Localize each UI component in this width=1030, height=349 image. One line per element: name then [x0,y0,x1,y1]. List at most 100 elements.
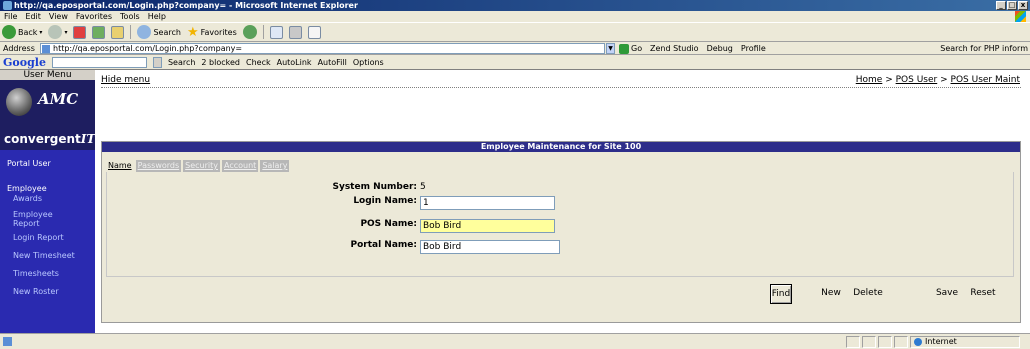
page-icon [42,45,50,53]
menu-file[interactable]: File [4,11,17,22]
options-button[interactable]: Options [353,55,384,70]
tab-bar: Name Passwords Security Account Salary [106,160,290,172]
menu-view[interactable]: View [49,11,68,22]
sidebar-item-employee[interactable]: Employee [7,184,47,193]
autofill-button[interactable]: AutoFill [318,55,347,70]
search-icon [137,25,152,39]
refresh-icon[interactable] [92,25,106,39]
breadcrumb: Home > POS User > POS User Maint [855,75,1020,85]
menu-tools[interactable]: Tools [120,11,140,22]
chevron-down-icon: ▾ [39,28,43,36]
menu-edit[interactable]: Edit [25,11,41,22]
save-button[interactable]: Save [935,284,959,304]
go-button[interactable]: Go [619,43,642,54]
status-cell [878,336,892,348]
hide-menu-link[interactable]: Hide menu [101,75,150,85]
sidebar-item-login-report[interactable]: Login Report [13,233,64,242]
breadcrumb-home[interactable]: Home [856,75,883,85]
logo-convergent: convergentIT [4,132,96,146]
forward-button[interactable]: ▾ [48,25,67,39]
delete-button[interactable]: Delete [851,284,885,304]
globe-icon [6,88,32,116]
new-button[interactable]: New [820,284,842,304]
go-arrow-icon [619,43,629,54]
sidebar-item-new-roster[interactable]: New Roster [13,287,59,296]
internet-zone-icon [914,338,922,346]
security-zone: Internet [910,336,1020,348]
forward-arrow-icon [48,25,63,39]
home-icon[interactable] [111,25,125,39]
star-icon: ★ [186,24,199,40]
logo-amc: AMC [38,90,79,108]
tab-passwords[interactable]: Passwords [135,160,182,172]
zend-toolbar: Zend Studio Debug Profile [650,42,766,55]
maximize-button[interactable]: □ [1007,1,1017,10]
check-button[interactable]: Check [246,55,271,70]
divider [101,87,1021,88]
reset-button[interactable]: Reset [968,284,998,304]
company-logo: AMC convergentIT [0,80,95,150]
window-titlebar: http://qa.eposportal.com/Login.php?compa… [0,0,1030,11]
minimize-button[interactable]: _ [996,1,1006,10]
breadcrumb-pos-user[interactable]: POS User [896,75,938,85]
zend-studio-button[interactable]: Zend Studio [650,42,699,55]
back-arrow-icon [2,25,16,39]
google-search-dropdown[interactable] [152,56,162,68]
browser-toolbar: Back ▾ ▾ Search ★ Favorites [0,22,1030,42]
breadcrumb-pos-user-maint[interactable]: POS User Maint [951,75,1020,85]
tab-name[interactable]: Name [106,160,134,172]
page-status-icon [3,337,12,346]
tab-account[interactable]: Account [222,160,259,172]
system-number-value: 5 [420,182,426,192]
sidebar: AMC convergentIT Portal User Employee Aw… [0,80,95,333]
tab-salary[interactable]: Salary [260,160,290,172]
favorites-button[interactable]: ★ Favorites [187,26,237,39]
search-php-link[interactable]: Search for PHP inform [940,42,1028,55]
popup-blocker[interactable]: 2 blocked [201,55,240,70]
google-search-input[interactable] [51,56,147,68]
pos-name-input[interactable]: Bob Bird [420,219,555,233]
chevron-down-icon: ▾ [64,28,68,36]
back-button[interactable]: Back ▾ [2,25,42,39]
address-bar: Address http://qa.eposportal.com/Login.p… [0,42,1030,55]
stop-icon[interactable] [73,25,87,39]
sidebar-item-timesheets[interactable]: Timesheets [13,269,59,278]
sidebar-item-portal-user[interactable]: Portal User [7,159,51,168]
user-menu-title: User Menu [0,70,95,80]
status-bar: Internet [0,333,1030,349]
status-cell [862,336,876,348]
google-search-button[interactable]: Search [168,55,195,70]
profile-button[interactable]: Profile [741,42,766,55]
address-label: Address [3,44,35,53]
autolink-button[interactable]: AutoLink [277,55,312,70]
form-area [106,172,1014,277]
menu-help[interactable]: Help [148,11,166,22]
address-input[interactable]: http://qa.eposportal.com/Login.php?compa… [40,43,605,54]
print-icon[interactable] [288,25,302,39]
window-controls: _ □ x [996,0,1028,11]
toolbar-separator [130,25,132,39]
login-name-input[interactable]: 1 [420,196,555,210]
panel-title: Employee Maintenance for Site 100 [102,142,1020,152]
menu-favorites[interactable]: Favorites [76,11,112,22]
sidebar-item-new-timesheet[interactable]: New Timesheet [13,251,75,260]
debug-button[interactable]: Debug [707,42,733,55]
address-dropdown-button[interactable]: ▼ [606,43,615,54]
find-button[interactable]: Find [770,284,792,304]
google-logo[interactable]: Google [3,55,46,70]
google-toolbar: Google Search 2 blocked Check AutoLink A… [0,55,1030,70]
portal-name-input[interactable]: Bob Bird [420,240,560,254]
status-cell [894,336,908,348]
mail-icon[interactable] [269,25,283,39]
menu-bar: File Edit View Favorites Tools Help [0,11,1030,22]
tab-security[interactable]: Security [183,160,221,172]
internet-explorer-icon [3,1,12,10]
history-icon[interactable] [242,25,257,39]
window-title: http://qa.eposportal.com/Login.php?compa… [14,1,358,10]
toolbar-separator [262,25,264,39]
sidebar-item-awards[interactable]: Awards [13,194,42,203]
close-button[interactable]: x [1018,1,1028,10]
sidebar-item-employee-report[interactable]: Employee Report [13,210,53,228]
edit-page-icon[interactable] [307,25,321,39]
search-button[interactable]: Search [137,25,181,39]
